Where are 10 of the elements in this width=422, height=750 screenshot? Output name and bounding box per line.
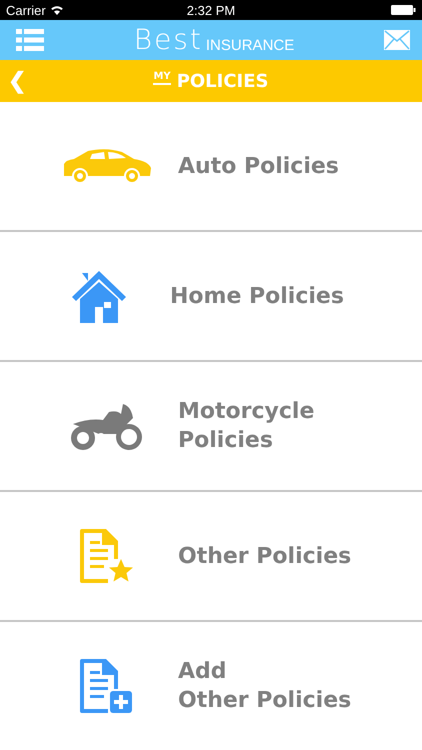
- status-time: 2:32 PM: [186, 2, 236, 18]
- battery-icon: [391, 5, 416, 15]
- page-title: POLICIES: [176, 70, 269, 92]
- logo-subtitle: INSURANCE: [206, 38, 294, 54]
- menu-icon[interactable]: [16, 29, 44, 51]
- mail-icon[interactable]: [384, 30, 410, 50]
- logo-wordmark: Best: [134, 26, 203, 54]
- title-prefix: MY: [153, 72, 171, 84]
- wifi-icon: [50, 5, 64, 15]
- carrier-label: Carrier: [6, 2, 46, 18]
